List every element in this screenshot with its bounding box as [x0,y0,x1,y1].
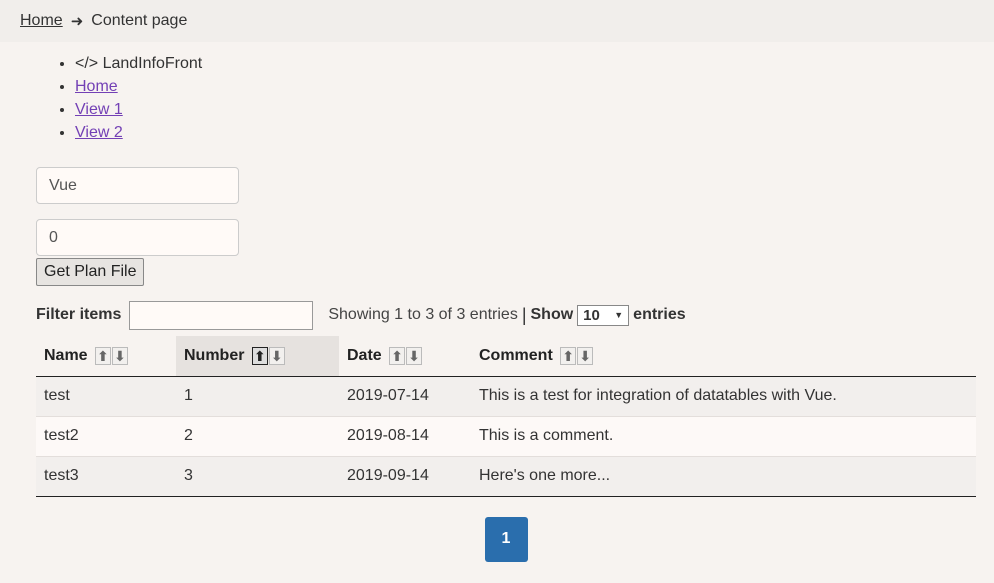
column-label: Number [184,346,245,364]
breadcrumb: Home ➜ Content page [0,0,994,42]
sort-descending-icon[interactable]: ⬇ [112,346,129,365]
text-input-field[interactable] [36,167,239,204]
cell-date: 2019-07-14 [347,387,429,404]
column-label: Comment [479,346,553,364]
cell-number: 2 [176,415,339,456]
nav-item-view2: View 2 [75,121,994,144]
sort-ascending-icon[interactable]: ⬆ [389,346,406,365]
cell-name: test3 [36,455,176,497]
nav-link-home[interactable]: Home [75,78,118,95]
breadcrumb-home-link[interactable]: Home [20,12,63,30]
cell-name: test2 [36,415,176,456]
nav-item-home: Home [75,75,994,98]
cell-date: 2019-08-14 [339,415,471,456]
number-input-field[interactable] [36,219,239,256]
column-header-date[interactable]: Date ⬆ ⬇ [339,336,471,377]
plan-form: Get Plan File [36,167,994,286]
get-plan-file-button[interactable]: Get Plan File [36,258,145,286]
arrow-right-icon: ➜ [70,13,84,30]
nav-brand: </> LandInfoFront [75,52,994,75]
entries-label: entries [633,306,686,323]
separator: | [521,304,527,325]
sort-controls: ⬆ ⬇ [251,346,285,365]
sort-controls: ⬆ ⬇ [389,346,423,365]
sort-controls: ⬆ ⬇ [95,346,129,365]
filter-label: Filter items [36,306,122,323]
sort-ascending-icon[interactable]: ⬆ [95,346,112,365]
column-header-number[interactable]: Number ⬆ ⬇ [176,336,339,377]
nav-link-view2[interactable]: View 2 [75,124,123,141]
column-label: Name [44,346,88,364]
nav-link-view1[interactable]: View 1 [75,101,123,118]
breadcrumb-current: Content page [91,12,188,29]
cell-comment: This is a test for integration of datata… [479,387,837,404]
sort-ascending-icon[interactable]: ⬆ [251,346,268,365]
cell-name: test [44,387,70,404]
cell-number: 1 [184,387,193,404]
cell-date: 2019-09-14 [339,455,471,497]
table-row: test2 2 2019-08-14 This is a comment. [36,415,976,456]
page-size-value: 10 [583,306,600,324]
pagination: 1 [36,516,976,562]
table-row: test 1 2019-07-14 This is a test for int… [36,376,976,416]
cell-comment: This is a comment. [471,415,976,456]
nav-item-view1: View 1 [75,98,994,121]
column-header-comment[interactable]: Comment ⬆ ⬇ [471,336,976,377]
page-size-select[interactable]: 10 ▼ [577,304,630,326]
page-1-button[interactable]: 1 [484,516,528,562]
entries-info: Showing 1 to 3 of 3 entries [328,306,518,323]
sort-controls: ⬆ ⬇ [560,346,594,365]
show-label: Show [530,306,574,323]
caret-down-icon: ▼ [614,310,624,320]
sort-descending-icon[interactable]: ⬇ [268,346,285,365]
data-table: Name ⬆ ⬇ Number ⬆ ⬇ Date ⬆ ⬇ Comment ⬆ ⬇… [36,336,976,497]
sort-descending-icon[interactable]: ⬇ [577,346,594,365]
sort-ascending-icon[interactable]: ⬆ [560,346,577,365]
column-label: Date [347,346,382,364]
cell-number: 3 [176,455,339,497]
table-header-row: Name ⬆ ⬇ Number ⬆ ⬇ Date ⬆ ⬇ Comment ⬆ ⬇ [36,336,976,377]
table-controls: Filter items Showing 1 to 3 of 3 entries… [36,300,994,330]
column-header-name[interactable]: Name ⬆ ⬇ [36,336,176,377]
table-row: test3 3 2019-09-14 Here's one more... [36,455,976,497]
nav-list: </> LandInfoFront Home View 1 View 2 [0,52,994,144]
cell-comment: Here's one more... [471,455,976,497]
sort-descending-icon[interactable]: ⬇ [406,346,423,365]
filter-input[interactable] [129,300,314,330]
